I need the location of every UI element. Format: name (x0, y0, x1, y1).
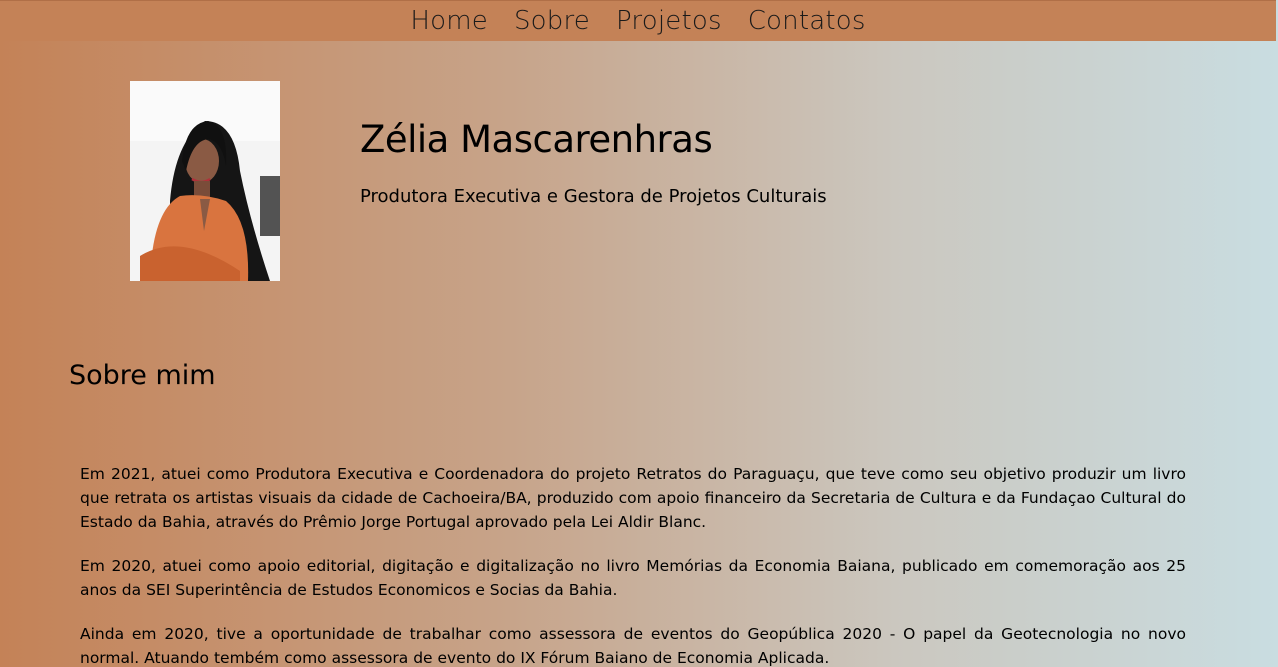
about-paragraph: Ainda em 2020, tive a oportunidade de tr… (80, 625, 1186, 667)
nav-link-home[interactable]: Home (410, 6, 488, 36)
nav-link-contatos[interactable]: Contatos (748, 6, 866, 36)
about-title: Sobre mim (69, 360, 216, 391)
about-paragraph: Em 2021, atuei como Produtora Executiva … (80, 465, 1186, 531)
nav-link-sobre[interactable]: Sobre (514, 6, 590, 36)
about-content: Em 2021, atuei como Produtora Executiva … (80, 462, 1186, 667)
nav-link-projetos[interactable]: Projetos (616, 6, 722, 36)
about-paragraph: Em 2020, atuei como apoio editorial, dig… (80, 557, 1186, 599)
profile-name: Zélia Mascarenhras (360, 118, 713, 161)
profile-photo-illustration (130, 81, 280, 281)
top-navigation: Home Sobre Projetos Contatos (0, 0, 1276, 41)
profile-role: Produtora Executiva e Gestora de Projeto… (360, 186, 827, 207)
profile-photo (130, 81, 280, 281)
